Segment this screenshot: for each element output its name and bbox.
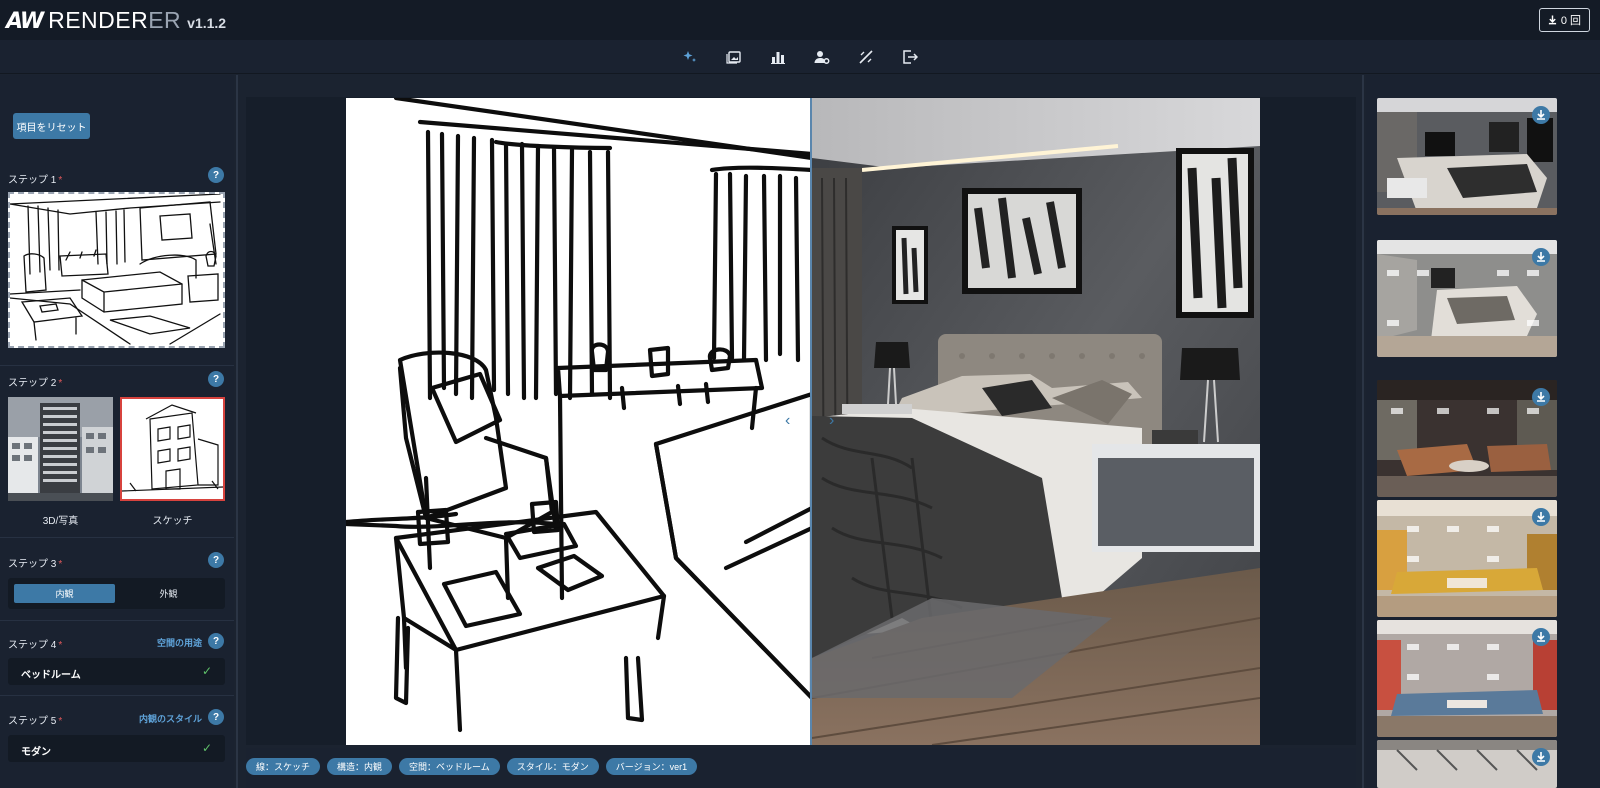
space-usage-select[interactable]: ベッドルーム ✓ <box>8 658 225 685</box>
exterior-option[interactable]: 外観 <box>118 584 219 603</box>
gallery-thumbnail[interactable] <box>1377 620 1557 737</box>
panel-divider <box>0 365 234 366</box>
tools-icon[interactable] <box>854 45 878 69</box>
right-panel-separator <box>1362 75 1364 788</box>
check-icon: ✓ <box>201 664 212 678</box>
uploaded-sketch-thumbnail[interactable] <box>8 192 225 348</box>
download-icon[interactable] <box>1532 508 1550 526</box>
panel-divider <box>0 620 234 621</box>
gallery-icon[interactable] <box>722 45 746 69</box>
interior-option[interactable]: 内観 <box>14 584 115 603</box>
slider-right-arrow[interactable]: › <box>829 412 834 430</box>
option-3d-photo-caption: 3D/写真 <box>42 516 79 527</box>
main-toolbar <box>0 40 1600 74</box>
gallery-thumbnail[interactable] <box>1377 500 1557 617</box>
step2-help-button[interactable]: ? <box>208 371 224 387</box>
space-usage-link[interactable]: 空間の用途 <box>157 636 202 649</box>
step5-help-button[interactable]: ? <box>208 709 224 725</box>
download-icon <box>1548 15 1556 25</box>
option-3d-photo[interactable] <box>8 397 113 501</box>
interior-style-value: モダン <box>21 747 51 758</box>
tag-line: 線：スケッチ <box>246 757 321 775</box>
logo-mark: AW <box>6 8 44 34</box>
step3-help-button[interactable]: ? <box>208 552 224 568</box>
panel-divider <box>0 537 234 538</box>
rendered-after-image <box>812 98 1260 745</box>
download-icon[interactable] <box>1532 628 1550 646</box>
slider-left-arrow[interactable]: ‹ <box>785 412 790 430</box>
tag-version: バージョン：ver1 <box>605 757 698 775</box>
step1-label: ステップ 1 * <box>8 175 63 186</box>
credit-count: 0 回 <box>1560 15 1581 27</box>
app-version: v1.1.2 <box>187 14 227 31</box>
download-icon[interactable] <box>1532 106 1550 124</box>
tag-list: 線：スケッチ 構造：内観 空間：ベッドルーム スタイル：モダン バージョン：ve… <box>246 754 698 778</box>
sketch-before-image <box>346 98 812 745</box>
option-sketch-caption: スケッチ <box>152 516 193 527</box>
panel-divider <box>0 695 234 696</box>
app-header: AW RENDERER v1.1.2 0 回 <box>0 0 1600 40</box>
check-icon: ✓ <box>201 741 212 755</box>
download-icon[interactable] <box>1532 388 1550 406</box>
step2-label: ステップ 2 * <box>8 378 63 389</box>
gallery-thumbnail[interactable] <box>1377 98 1557 215</box>
step3-label: ステップ 3 * <box>8 559 63 570</box>
before-after-viewer[interactable] <box>346 98 1260 745</box>
logo-name: RENDERER <box>48 6 182 33</box>
download-icon[interactable] <box>1532 748 1550 766</box>
reset-button[interactable]: 項目をリセット <box>13 113 90 139</box>
ai-generate-icon[interactable] <box>678 45 702 69</box>
tag-style: スタイル：モダン <box>506 757 599 775</box>
gallery-thumbnail[interactable] <box>1377 380 1557 497</box>
credit-button[interactable]: 0 回 <box>1538 8 1590 32</box>
interior-exterior-toggle: 内観 外観 <box>8 578 225 609</box>
app-logo[interactable]: AW RENDERER v1.1.2 <box>6 7 226 34</box>
step1-help-button[interactable]: ? <box>208 167 224 183</box>
left-panel-scrollbar[interactable] <box>236 75 238 788</box>
interior-style-select[interactable]: モダン ✓ <box>8 735 225 762</box>
download-icon[interactable] <box>1532 248 1550 266</box>
step4-label: ステップ 4 * <box>8 640 63 651</box>
tag-space: 空間：ベッドルーム <box>399 757 500 775</box>
gallery-thumbnail[interactable] <box>1377 240 1557 357</box>
compare-slider-handle[interactable] <box>810 98 812 745</box>
space-usage-value: ベッドルーム <box>21 670 81 681</box>
gallery-thumbnail[interactable] <box>1377 740 1557 788</box>
step5-label: ステップ 5 * <box>8 716 63 727</box>
step4-help-button[interactable]: ? <box>208 633 224 649</box>
interior-style-link[interactable]: 内観のスタイル <box>139 712 202 725</box>
option-sketch[interactable] <box>120 397 225 501</box>
logout-icon[interactable] <box>898 45 922 69</box>
stats-icon[interactable] <box>766 45 790 69</box>
user-settings-icon[interactable] <box>810 45 834 69</box>
settings-panel: 項目をリセット ステップ 1 * ? ステップ 2 * ? 3D/写真 スケッチ… <box>0 75 234 788</box>
tag-structure: 構造：内観 <box>327 757 393 775</box>
